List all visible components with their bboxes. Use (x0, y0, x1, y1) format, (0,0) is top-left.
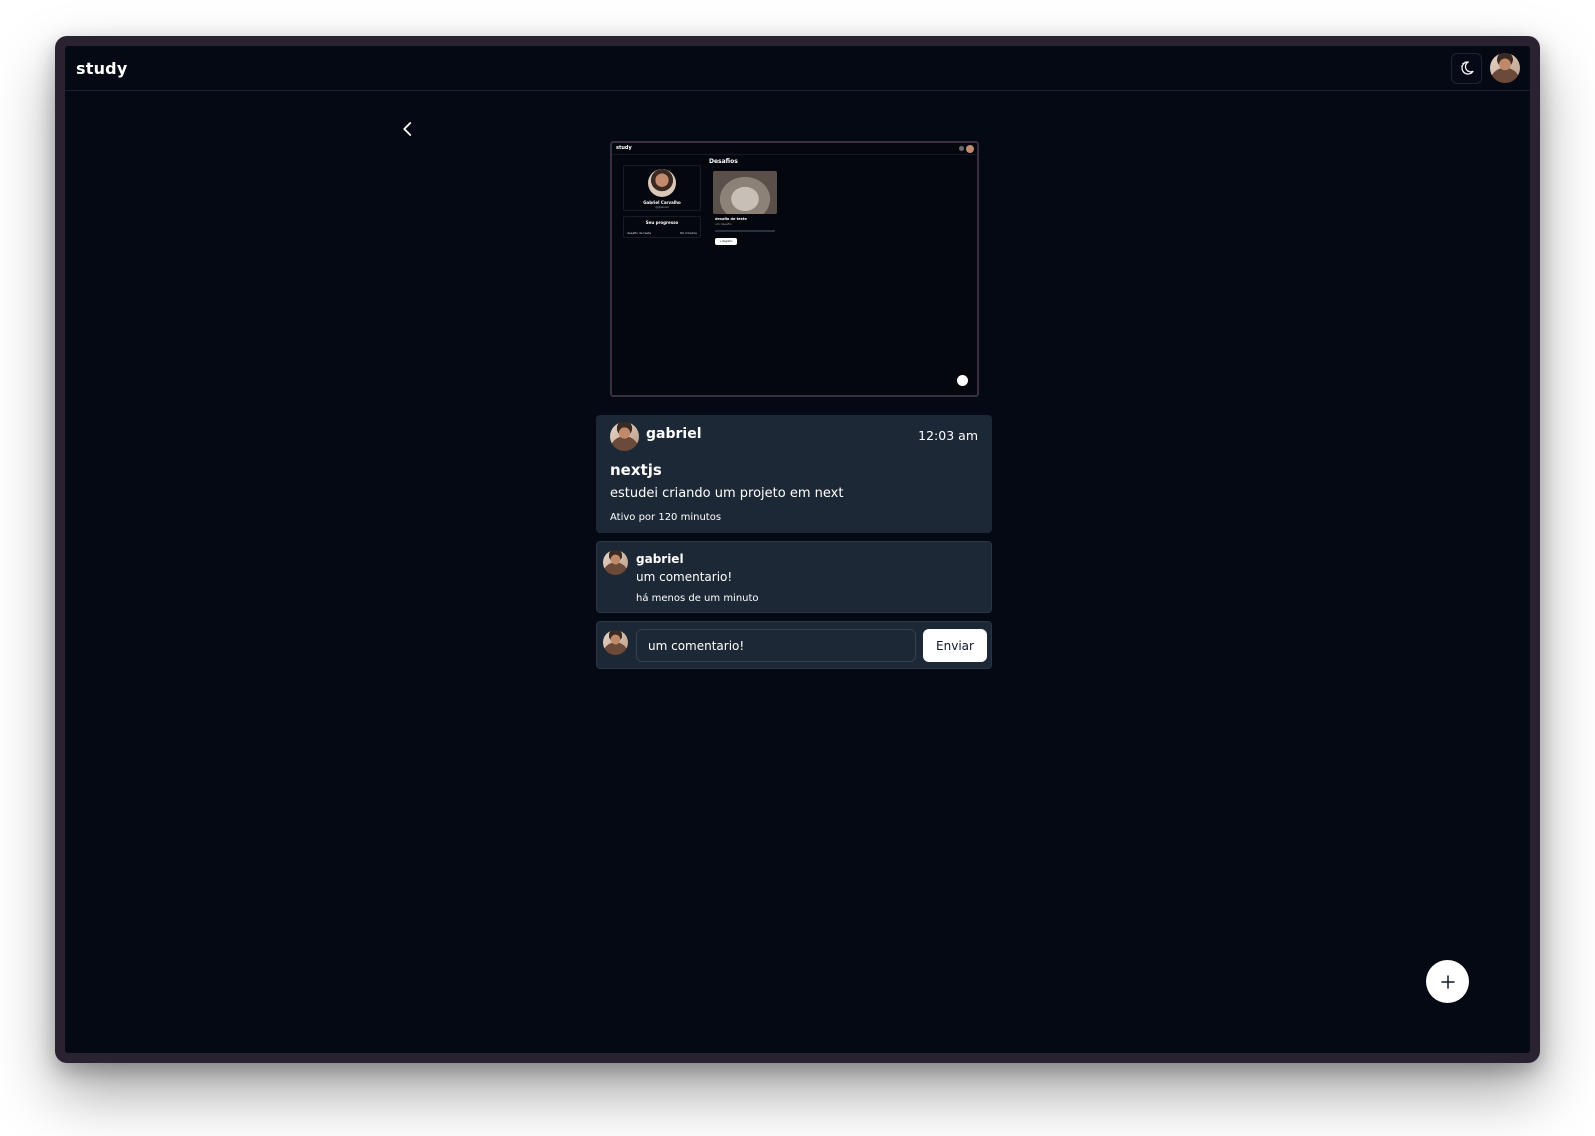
preview-challenge-image (713, 171, 777, 214)
post-author-name: gabriel (646, 426, 702, 442)
preview-profile-card: Gabriel Carvalho @gabriel (623, 165, 701, 211)
new-comment-form: Enviar (596, 621, 992, 669)
preview-challenge-subtitle: um desafio (715, 222, 732, 226)
preview-profile-handle: @gabriel (655, 205, 669, 209)
comment-timestamp: há menos de um minuto (636, 593, 759, 604)
comment-item: gabriel um comentario! há menos de um mi… (596, 541, 992, 613)
preview-fab (957, 375, 968, 386)
back-button[interactable] (397, 118, 419, 140)
post-description: estudei criando um projeto em next (610, 486, 844, 501)
post-timestamp: 12:03 am (918, 428, 978, 443)
moon-sun-icon (1460, 61, 1474, 75)
preview-challenge-title: desafio de teste (715, 217, 747, 221)
preview-progress-item: desafio de teste (627, 231, 652, 235)
comment-input[interactable] (636, 629, 916, 662)
app-window-frame: study study Desafios Gabriel Carvalho @g… (55, 36, 1540, 1063)
post-title: nextjs (610, 461, 662, 479)
theme-toggle-button[interactable] (1451, 52, 1482, 84)
preview-progress-value: 60 minutos (680, 231, 697, 235)
comment-author-avatar (603, 550, 628, 575)
brand-logo[interactable]: study (76, 59, 127, 78)
add-post-button[interactable] (1426, 960, 1469, 1003)
current-user-avatar (603, 630, 628, 655)
post-image-preview: study Desafios Gabriel Carvalho @gabriel… (610, 141, 979, 397)
preview-theme-icon (959, 146, 964, 151)
user-avatar-button[interactable] (1490, 53, 1520, 83)
preview-avatar (966, 145, 974, 153)
plus-icon (1440, 974, 1455, 989)
preview-profile-avatar (648, 169, 676, 197)
app-window: study study Desafios Gabriel Carvalho @g… (65, 46, 1530, 1053)
preview-progress-card: Seu progresso desafio de teste 60 minuto… (623, 216, 701, 238)
preview-navbar: study (612, 143, 977, 155)
preview-challenge-button: + Registro (715, 238, 737, 245)
preview-progress-title: Seu progresso (645, 220, 679, 225)
comment-author-name: gabriel (636, 552, 684, 566)
preview-brand: study (616, 145, 632, 151)
post-active-duration: Ativo por 120 minutos (610, 512, 722, 523)
send-comment-button[interactable]: Enviar (923, 629, 987, 662)
chevron-left-icon (403, 122, 412, 136)
post-card: gabriel 12:03 am nextjs estudei criando … (596, 415, 992, 533)
preview-challenge-progress-bar (715, 230, 775, 232)
comment-text: um comentario! (636, 570, 733, 584)
top-navbar: study (65, 46, 1530, 91)
header-actions (1451, 52, 1520, 84)
post-author-avatar (610, 422, 639, 451)
preview-page-title: Desafios (709, 158, 738, 165)
